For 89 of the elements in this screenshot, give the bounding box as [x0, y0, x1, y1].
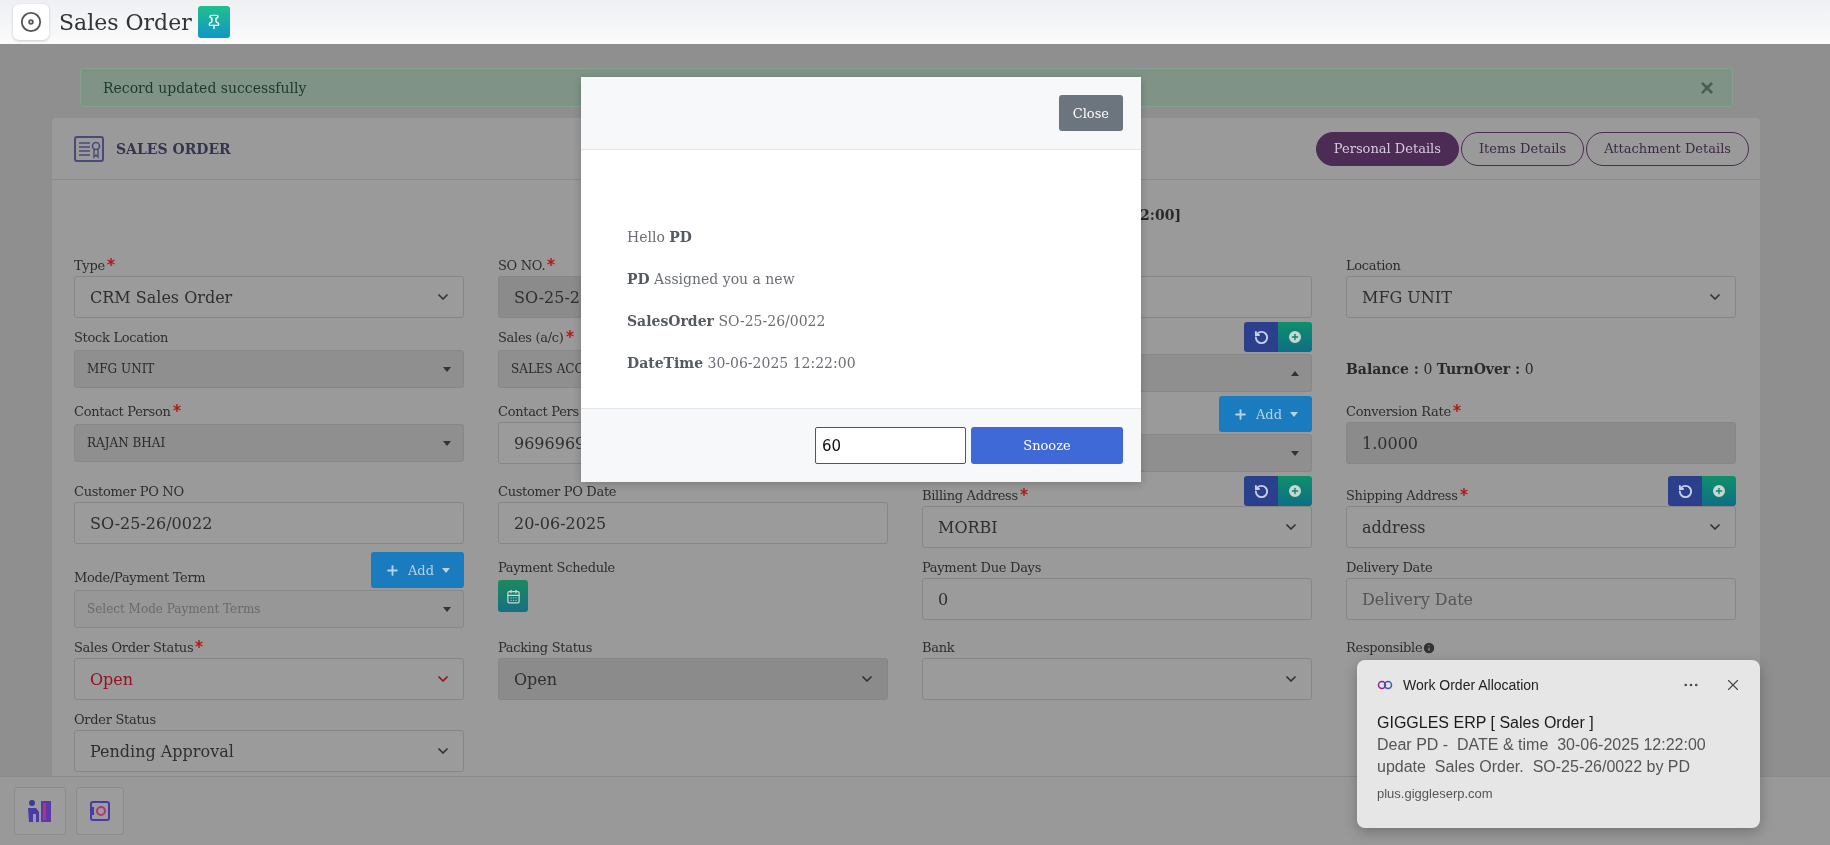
select-field[interactable]: CRM Sales Order [74, 276, 464, 318]
plus-icon [384, 562, 400, 578]
asterisk-icon [1452, 404, 1461, 412]
person-board-icon [27, 799, 53, 823]
field-label: Location [1346, 258, 1401, 273]
refresh-icon [1253, 329, 1269, 345]
asterisk-icon [1459, 488, 1468, 496]
alert-message: Record updated successfully [103, 79, 307, 96]
add-button[interactable] [1702, 476, 1736, 506]
pin-button[interactable] [197, 6, 230, 38]
field-label: Customer PO Date [498, 484, 617, 499]
message-line: Hello PD [627, 228, 693, 247]
field-label: Sales Order Status [74, 640, 194, 655]
link-icon [1377, 680, 1393, 690]
calendar-icon [505, 588, 521, 604]
field-label: Responsible [1346, 640, 1423, 655]
refresh-button[interactable] [1244, 322, 1278, 352]
asterisk-icon [547, 258, 556, 266]
safe-icon [90, 801, 110, 821]
message-line: DateTime 30-06-2025 12:22:00 [627, 354, 857, 373]
refresh-icon [1677, 483, 1693, 499]
heading-text: 2:00] [1139, 207, 1182, 223]
input-field[interactable]: SO-25-26/0022 [74, 502, 464, 544]
input-field[interactable]: 20-06-2025 [498, 502, 888, 544]
field-label: Payment Due Days [922, 560, 1042, 575]
field-label: Bank [922, 640, 955, 655]
field-label: Stock Location [74, 330, 169, 345]
close-button[interactable]: Close [1058, 95, 1123, 131]
snooze-minutes-input[interactable]: 60 [815, 427, 966, 464]
field-label: Sales (a/c) [498, 330, 564, 345]
asterisk-icon [195, 640, 204, 648]
select-field[interactable] [922, 658, 1312, 700]
refresh-button[interactable] [1668, 476, 1702, 506]
field-label: Type [74, 258, 105, 273]
tab[interactable]: Personal Details [1315, 131, 1459, 166]
notification-title: GIGGLES ERP [ Sales Order ] [1377, 714, 1595, 732]
asterisk-icon [565, 330, 574, 338]
field-label: Contact Person [74, 404, 171, 419]
field-label: Contact Pers [498, 404, 579, 419]
plus-icon [1232, 406, 1248, 422]
disc-icon [20, 11, 42, 33]
input-field[interactable]: 0 [922, 578, 1312, 620]
asterisk-icon [106, 258, 115, 266]
plus-circle-icon [1287, 483, 1303, 499]
field-label: Order Status [74, 712, 156, 727]
document-icon [74, 135, 104, 162]
caret-icon [1290, 411, 1298, 417]
field-label: Packing Status [498, 640, 592, 655]
add-button[interactable] [1278, 476, 1312, 506]
page-title: Sales Order [59, 9, 192, 35]
field-label: Delivery Date [1346, 560, 1433, 575]
caret-icon [442, 567, 450, 573]
card-title: SALES ORDER [116, 140, 231, 157]
notification-text: Dear PD - DATE & time 30-06-2025 12:22:00 [1377, 736, 1707, 754]
snooze-button[interactable]: Snooze [971, 427, 1123, 464]
home-button[interactable] [13, 4, 49, 40]
toolbar-button[interactable] [14, 787, 66, 835]
app-name: Work Order Allocation [1403, 677, 1540, 693]
calendar-button[interactable] [498, 580, 528, 612]
refresh-icon [1253, 483, 1269, 499]
select-field[interactable]: Pending Approval [74, 730, 464, 772]
field-label: Shipping Address [1346, 488, 1458, 503]
toolbar-button[interactable] [76, 787, 124, 835]
asterisk-icon [1019, 488, 1028, 496]
field-label: Billing Address [922, 488, 1018, 503]
balance-text: Balance : 0 TurnOver : 0 [1346, 360, 1535, 379]
select-field[interactable]: RAJAN BHAI [74, 424, 464, 462]
select-field[interactable]: MFG UNIT [74, 350, 464, 388]
select-field[interactable]: MFG UNIT [1346, 276, 1736, 318]
select-field[interactable]: Open [74, 658, 464, 700]
notification-text: update Sales Order. SO-25-26/0022 by PD [1377, 758, 1692, 776]
field-label: SO NO. [498, 258, 546, 273]
field-label: Conversion Rate [1346, 404, 1451, 419]
input-field[interactable]: Delivery Date [1346, 578, 1736, 620]
refresh-button[interactable] [1244, 476, 1278, 506]
field-label: Mode/Payment Term [74, 570, 206, 585]
notification-source: plus.giggleserp.com [1377, 786, 1494, 801]
add-button[interactable] [1278, 322, 1312, 352]
message-line: PD Assigned you a new [627, 270, 796, 289]
select-field[interactable]: address [1346, 506, 1736, 548]
message-line: SalesOrder SO-25-26/0022 [627, 312, 827, 331]
field-label: Customer PO NO [74, 484, 184, 499]
plus-circle-icon [1711, 483, 1727, 499]
field-label: Payment Schedule [498, 560, 615, 575]
select-field[interactable]: MORBI [922, 506, 1312, 548]
readonly-field: 1.0000 [1346, 422, 1736, 464]
add-dropdown-button[interactable]: Add [1218, 396, 1312, 432]
asterisk-icon [172, 404, 181, 412]
plus-circle-icon [1287, 329, 1303, 345]
